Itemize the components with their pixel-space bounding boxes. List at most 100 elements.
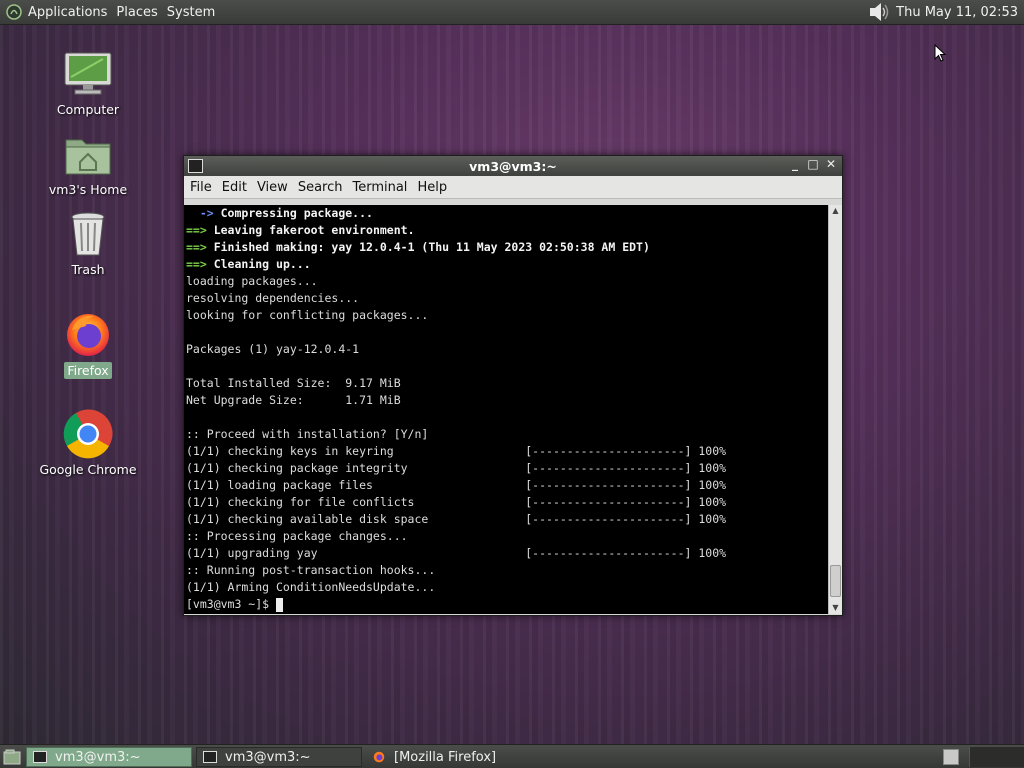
maximize-button[interactable]: □	[806, 157, 820, 171]
taskbar-item-label: [Mozilla Firefox]	[394, 749, 497, 765]
trash-icon	[62, 208, 114, 260]
terminal-line: looking for conflicting packages...	[186, 307, 828, 324]
close-button[interactable]: ✕	[824, 157, 838, 171]
desktop-icon-firefox[interactable]: Firefox	[38, 308, 138, 379]
taskbar-item-terminal-2[interactable]: vm3@vm3:~	[196, 747, 362, 767]
terminal-line-text: Cleaning up...	[206, 257, 311, 271]
menu-search[interactable]: Search	[298, 180, 343, 195]
terminal-line: (1/1) checking keys in keyring [--------…	[186, 443, 828, 460]
menu-file[interactable]: File	[190, 180, 212, 195]
terminal-line-text: resolving dependencies...	[186, 291, 360, 305]
menu-places[interactable]: Places	[116, 3, 157, 22]
desktop-icon-home[interactable]: vm3's Home	[38, 128, 138, 197]
terminal-line-prefix: ->	[186, 206, 214, 220]
terminal-prompt-line[interactable]: [vm3@vm3 ~]$	[186, 596, 828, 613]
terminal-line-prefix: ==>	[186, 240, 207, 254]
minimize-button[interactable]: _	[788, 157, 802, 171]
mouse-pointer-icon	[934, 43, 947, 66]
vertical-scrollbar[interactable]: ▲ ▼	[828, 205, 842, 614]
taskbar-item-terminal-1[interactable]: vm3@vm3:~	[26, 747, 192, 767]
terminal-line: ==> Leaving fakeroot environment.	[186, 222, 828, 239]
title-bar[interactable]: vm3@vm3:~ _ □ ✕	[184, 156, 842, 176]
firefox-icon	[373, 751, 385, 763]
terminal-line-text: Finished making: yay 12.0.4-1 (Thu 11 Ma…	[206, 240, 650, 254]
chrome-icon	[62, 408, 114, 460]
menu-view[interactable]: View	[257, 180, 288, 195]
bottom-panel: vm3@vm3:~ vm3@vm3:~ [Mozilla Firefox]	[0, 744, 1024, 768]
terminal-line-text: :: Processing package changes...	[186, 529, 408, 543]
terminal-line-text: (1/1) upgrading yay [-------------------…	[186, 546, 727, 560]
workspace-switcher-2[interactable]	[969, 747, 1024, 767]
workspace-switcher-1[interactable]	[943, 749, 959, 765]
terminal-line-text: (1/1) checking available disk space [---…	[186, 512, 727, 526]
menu-system[interactable]: System	[167, 3, 215, 22]
terminal-menu-bar: File Edit View Search Terminal Help	[184, 176, 842, 199]
show-desktop-icon[interactable]	[2, 747, 22, 767]
scrollbar-thumb[interactable]	[830, 565, 841, 597]
terminal-icon	[33, 751, 47, 763]
desktop-icon-chrome[interactable]: Google Chrome	[38, 408, 138, 477]
terminal-line: :: Proceed with installation? [Y/n]	[186, 426, 828, 443]
terminal-line-text: (1/1) checking for file conflicts [-----…	[186, 495, 727, 509]
taskbar-item-label: vm3@vm3:~	[225, 749, 311, 765]
menu-help[interactable]: Help	[417, 180, 447, 195]
terminal-line: (1/1) upgrading yay [-------------------…	[186, 545, 828, 562]
desktop-icon-computer[interactable]: Computer	[38, 48, 138, 117]
menu-applications[interactable]: Applications	[28, 3, 107, 22]
terminal-line-text: Net Upgrade Size: 1.71 MiB	[186, 393, 401, 407]
scroll-down-arrow-icon[interactable]: ▼	[829, 602, 842, 614]
terminal-line: Net Upgrade Size: 1.71 MiB	[186, 392, 828, 409]
gnome-foot-icon[interactable]	[6, 4, 22, 20]
speaker-icon[interactable]	[868, 2, 890, 22]
taskbar-item-label: vm3@vm3:~	[55, 749, 141, 765]
scroll-up-arrow-icon[interactable]: ▲	[829, 205, 842, 217]
firefox-icon	[62, 308, 114, 360]
terminal-icon	[203, 751, 217, 763]
desktop-icon-label: Firefox	[64, 362, 112, 379]
terminal-line-text: Leaving fakeroot environment.	[206, 223, 415, 237]
terminal-line-text: loading packages...	[186, 274, 318, 288]
terminal-icon[interactable]	[188, 159, 203, 173]
top-panel: Applications Places System Thu May 11, 0…	[0, 0, 1024, 25]
menu-terminal[interactable]: Terminal	[352, 180, 407, 195]
terminal-line: -> Compressing package...	[186, 205, 828, 222]
window-title: vm3@vm3:~	[469, 158, 557, 174]
terminal-line: Total Installed Size: 9.17 MiB	[186, 375, 828, 392]
terminal-line-text: Total Installed Size: 9.17 MiB	[186, 376, 401, 390]
terminal-line-text: (1/1) Arming ConditionNeedsUpdate...	[186, 580, 436, 594]
terminal-line-text: Compressing package...	[213, 206, 373, 220]
terminal-line-prefix: ==>	[186, 223, 207, 237]
terminal-line: resolving dependencies...	[186, 290, 828, 307]
terminal-line: (1/1) checking available disk space [---…	[186, 511, 828, 528]
terminal-window[interactable]: vm3@vm3:~ _ □ ✕ File Edit View Search Te…	[183, 155, 843, 616]
terminal-line: (1/1) loading package files [-----------…	[186, 477, 828, 494]
menu-edit[interactable]: Edit	[222, 180, 247, 195]
clock[interactable]: Thu May 11, 02:53	[896, 5, 1018, 20]
terminal-line-text: (1/1) checking keys in keyring [--------…	[186, 444, 727, 458]
home-folder-icon	[62, 128, 114, 180]
terminal-line: loading packages...	[186, 273, 828, 290]
desktop-icon-label: vm3's Home	[48, 182, 128, 197]
desktop-icon-trash[interactable]: Trash	[38, 208, 138, 277]
terminal-line: :: Processing package changes...	[186, 528, 828, 545]
terminal-line: :: Running post-transaction hooks...	[186, 562, 828, 579]
terminal-line-text: looking for conflicting packages...	[186, 308, 429, 322]
terminal-line: ==> Finished making: yay 12.0.4-1 (Thu 1…	[186, 239, 828, 256]
terminal-line: (1/1) checking package integrity [------…	[186, 460, 828, 477]
terminal-output[interactable]: -> Compressing package... ==> Leaving fak…	[184, 205, 828, 614]
text-cursor	[276, 597, 284, 612]
terminal-line-text: :: Running post-transaction hooks...	[186, 563, 436, 577]
terminal-line-prefix: ==>	[186, 257, 207, 271]
desktop-icon-label: Google Chrome	[39, 462, 137, 477]
terminal-line-text: Packages (1) yay-12.0.4-1	[186, 342, 360, 356]
terminal-line: (1/1) checking for file conflicts [-----…	[186, 494, 828, 511]
computer-icon	[62, 48, 114, 100]
terminal-line-text: (1/1) checking package integrity [------…	[186, 461, 727, 475]
taskbar-item-firefox[interactable]: [Mozilla Firefox]	[366, 747, 526, 767]
terminal-line: Packages (1) yay-12.0.4-1	[186, 341, 828, 358]
terminal-line-text: (1/1) loading package files [-----------…	[186, 478, 727, 492]
desktop-icon-label: Trash	[71, 262, 105, 277]
terminal-prompt: [vm3@vm3 ~]$	[186, 597, 277, 611]
